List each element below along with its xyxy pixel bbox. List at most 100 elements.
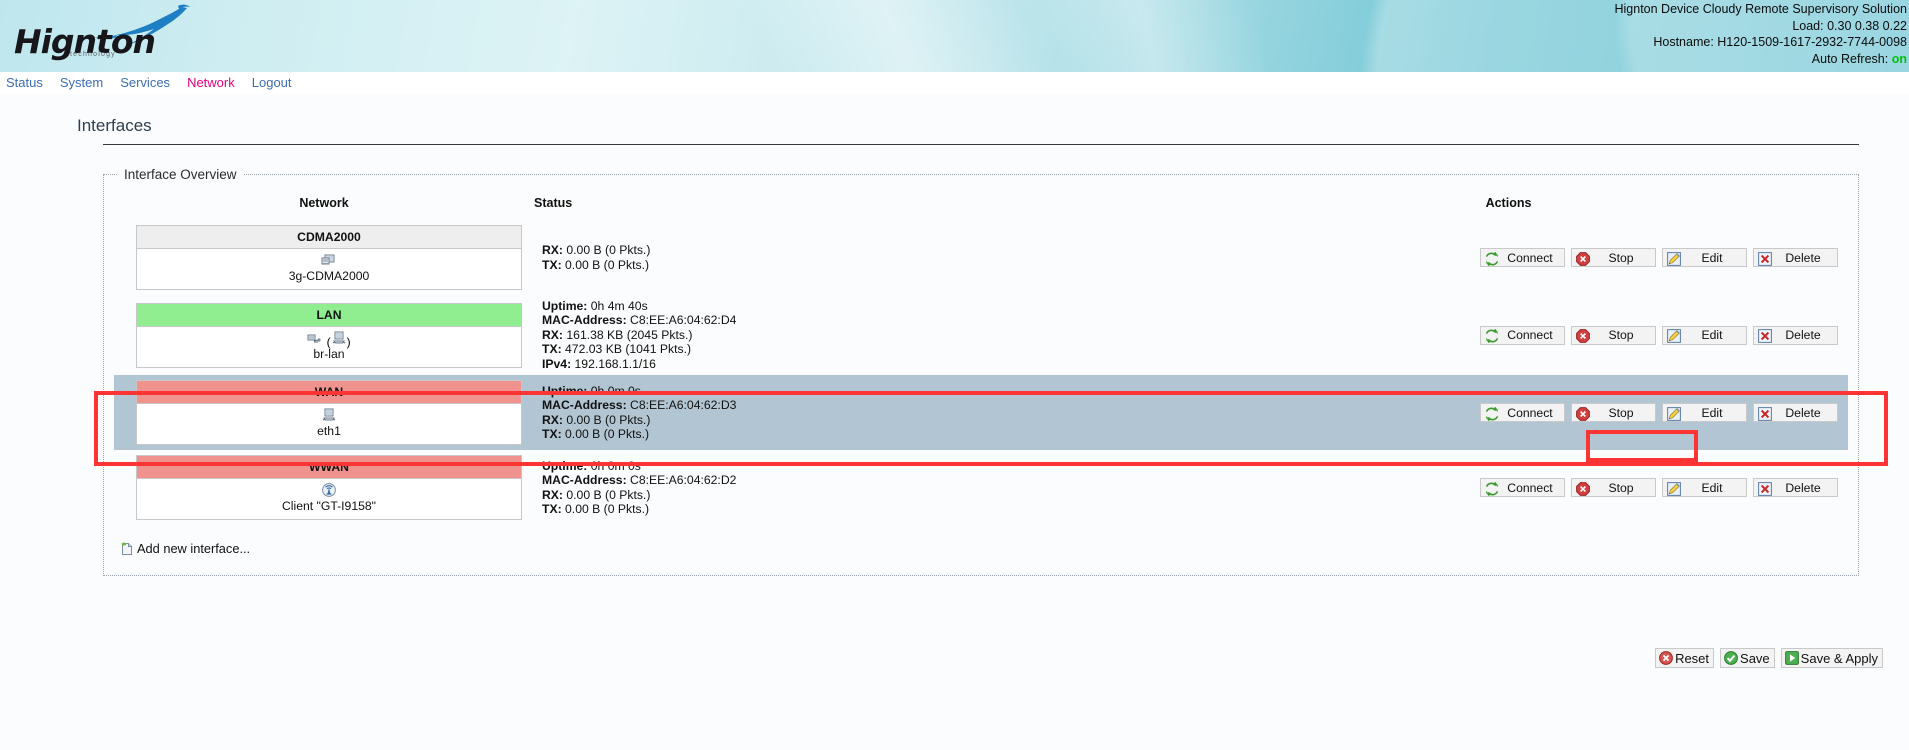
interface-name-lan: LAN: [137, 304, 521, 327]
stop-button[interactable]: Stop: [1571, 403, 1656, 422]
nav-item-services[interactable]: Services: [120, 75, 179, 90]
edit-button[interactable]: Edit: [1662, 248, 1747, 267]
edit-button[interactable]: Edit: [1662, 403, 1747, 422]
nav-item-network[interactable]: Network: [187, 75, 244, 90]
interface-box: CDMA20003g-CDMA2000: [136, 225, 522, 290]
connect-icon: [1484, 251, 1498, 265]
status-line: Uptime: 0h 0m 0s: [542, 459, 1165, 473]
column-header-actions: Actions: [1169, 188, 1848, 220]
delete-button[interactable]: Delete: [1753, 403, 1838, 422]
interface-icons: (): [137, 330, 521, 346]
nav-item-logout[interactable]: Logout: [252, 75, 301, 90]
delete-button[interactable]: Delete: [1753, 248, 1838, 267]
page-header: Hignton technology Hignton Device Cloudy…: [0, 0, 1909, 72]
solution-title: Hignton Device Cloudy Remote Supervisory…: [1614, 1, 1907, 18]
interface-box: WWANClient "GT-I9158": [136, 455, 522, 520]
status-label: RX:: [542, 328, 563, 342]
footer-button-label: Reset: [1675, 651, 1709, 666]
status-label: Uptime:: [542, 459, 587, 473]
panel-legend: Interface Overview: [118, 167, 243, 182]
status-label: TX:: [542, 342, 562, 356]
delete-icon: [1757, 406, 1771, 420]
reset-button[interactable]: Reset: [1655, 648, 1714, 668]
stop-icon: [1575, 481, 1591, 497]
interface-name-wan: WAN: [137, 381, 521, 404]
status-cell: Uptime: 0h 0m 0sMAC-Address: C8:EE:A6:04…: [534, 375, 1169, 450]
stop-icon: [1575, 406, 1591, 422]
status-label: RX:: [542, 413, 563, 427]
status-cell: Uptime: 0h 0m 0sMAC-Address: C8:EE:A6:04…: [534, 450, 1169, 525]
status-line: RX: 0.00 B (0 Pkts.): [542, 488, 1165, 502]
table-row: WAN eth1 Uptime: 0h 0m 0sMAC-Address: C8:E…: [114, 375, 1848, 450]
status-label: TX:: [542, 427, 562, 441]
delete-button[interactable]: Delete: [1753, 326, 1838, 345]
interface-device-name: eth1: [137, 424, 521, 438]
footer-button-label: Save & Apply: [1801, 651, 1878, 666]
status-value: 161.38 KB (2045 Pkts.): [563, 328, 692, 342]
edit-icon: [1666, 251, 1682, 267]
delete-button[interactable]: Delete: [1753, 478, 1838, 497]
network-cell: LAN ()br-lan: [114, 295, 534, 375]
table-row: CDMA20003g-CDMA2000RX: 0.00 B (0 Pkts.)T…: [114, 220, 1848, 295]
stop-button-label: Stop: [1591, 406, 1651, 420]
interface-overview-panel: Interface Overview Network Status Action…: [103, 167, 1859, 576]
status-line: RX: 0.00 B (0 Pkts.): [542, 413, 1165, 427]
nav-item-system[interactable]: System: [60, 75, 112, 90]
delete-button-label: Delete: [1773, 481, 1833, 495]
system-load: Load: 0.30 0.38 0.22: [1614, 18, 1907, 35]
stop-button-label: Stop: [1591, 481, 1651, 495]
status-value: 0h 0m 0s: [587, 384, 641, 398]
interface-icons: [137, 252, 521, 268]
status-value: 0.00 B (0 Pkts.): [562, 502, 649, 516]
save-icon: [1723, 650, 1739, 666]
interface-name-wwan: WWAN: [137, 456, 521, 479]
main-navigation[interactable]: Status System Services Network Logout: [0, 72, 1909, 94]
status-value: 0h 0m 0s: [587, 459, 641, 473]
brand-logo[interactable]: Hignton technology: [8, 4, 238, 68]
delete-icon: [1757, 481, 1771, 495]
connect-button-label: Connect: [1500, 251, 1560, 265]
auto-refresh-status: Auto Refresh: on: [1614, 51, 1907, 68]
save-apply-button[interactable]: Save & Apply: [1781, 648, 1883, 668]
stop-button[interactable]: Stop: [1571, 478, 1656, 497]
status-line: MAC-Address: C8:EE:A6:04:62:D4: [542, 313, 1165, 327]
status-cell: Uptime: 0h 4m 40sMAC-Address: C8:EE:A6:0…: [534, 295, 1169, 375]
delete-button-label: Delete: [1773, 251, 1833, 265]
interface-box: LAN ()br-lan: [136, 303, 522, 368]
apply-icon: [1784, 650, 1800, 666]
edit-button[interactable]: Edit: [1662, 478, 1747, 497]
status-line: RX: 0.00 B (0 Pkts.): [542, 243, 1165, 257]
interface-box: WAN eth1: [136, 380, 522, 445]
stop-button[interactable]: Stop: [1571, 326, 1656, 345]
status-line: IPv4: 192.168.1.1/16: [542, 357, 1165, 371]
form-footer-actions[interactable]: Reset Save Save & Apply: [1655, 648, 1883, 668]
status-value: 0.00 B (0 Pkts.): [562, 258, 649, 272]
edit-button[interactable]: Edit: [1662, 326, 1747, 345]
header-info: Hignton Device Cloudy Remote Supervisory…: [1614, 1, 1907, 67]
edit-icon: [1666, 328, 1682, 344]
table-row: LAN ()br-lanUptime: 0h 4m 40sMAC-Address…: [114, 295, 1848, 375]
connect-button[interactable]: Connect: [1480, 326, 1565, 345]
status-value: 0.00 B (0 Pkts.): [563, 243, 650, 257]
status-value: 192.168.1.1/16: [571, 357, 656, 371]
nav-item-status[interactable]: Status: [6, 75, 52, 90]
interface-body: eth1: [137, 404, 521, 444]
auto-refresh-value: on: [1892, 52, 1907, 66]
connect-button[interactable]: Connect: [1480, 403, 1565, 422]
add-document-icon: [120, 542, 134, 556]
page-body: Interfaces Interface Overview Network St…: [0, 94, 1909, 750]
connect-button[interactable]: Connect: [1480, 248, 1565, 267]
interface-icons: [137, 482, 521, 498]
stop-icon: [1575, 481, 1589, 495]
table-body: CDMA20003g-CDMA2000RX: 0.00 B (0 Pkts.)T…: [114, 220, 1848, 525]
stop-button[interactable]: Stop: [1571, 248, 1656, 267]
logo-subtitle: technology: [70, 51, 116, 58]
status-label: RX:: [542, 243, 563, 257]
edit-icon: [1666, 406, 1680, 420]
interface-body: 3g-CDMA2000: [137, 249, 521, 289]
status-line: MAC-Address: C8:EE:A6:04:62:D2: [542, 473, 1165, 487]
add-new-interface-button[interactable]: Add new interface...: [120, 541, 250, 556]
save-button[interactable]: Save: [1720, 648, 1775, 668]
connect-button[interactable]: Connect: [1480, 478, 1565, 497]
connect-icon: [1484, 481, 1500, 497]
